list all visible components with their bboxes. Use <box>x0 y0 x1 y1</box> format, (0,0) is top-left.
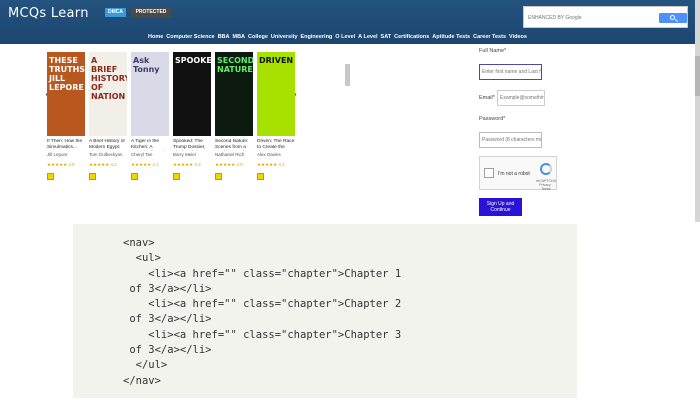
buy-icon[interactable] <box>47 173 54 180</box>
search-box <box>523 6 688 28</box>
search-button[interactable] <box>659 13 687 23</box>
nav-item-sat[interactable]: SAT <box>381 34 392 40</box>
cover-title: Ask Tonny <box>133 56 160 74</box>
nav-item-university[interactable]: University <box>271 34 298 40</box>
nav-item-engineering[interactable]: Engineering <box>301 34 333 40</box>
book-title[interactable]: A Tiger in the Kitchen: A Memoir of Food… <box>131 139 169 151</box>
password-field[interactable] <box>479 132 542 148</box>
book-title[interactable]: Spooked: The Trump Dossier, Black Cube, … <box>173 139 211 151</box>
nav-item-aptitude-tests[interactable]: Aptitude Tests <box>432 34 470 40</box>
nav-item-college[interactable]: College <box>248 34 268 40</box>
book-author: Nathaniel Rich <box>215 152 245 157</box>
buy-icon[interactable] <box>257 173 264 180</box>
book-cover[interactable]: THESE TRUTHS JILL LEPORE <box>47 52 85 136</box>
protected-badge[interactable]: PROTECTED <box>131 8 171 17</box>
book-cover[interactable]: A BRIEF HISTORY OF NATION <box>89 52 127 136</box>
buy-icon[interactable] <box>173 173 180 180</box>
recaptcha-icon <box>540 163 552 175</box>
book-card[interactable]: SECOND NATURE Second Nature: Scenes from… <box>215 52 253 180</box>
buy-icon[interactable] <box>131 173 138 180</box>
book-author: Alex Davies <box>257 152 281 157</box>
fullname-label: Full Name* <box>479 48 507 54</box>
star-rating: ★★★★★ 4.2 <box>89 162 117 167</box>
email-field[interactable] <box>497 90 545 106</box>
book-author: Barry Meier <box>173 152 197 157</box>
buy-icon[interactable] <box>89 173 96 180</box>
cover-title: A BRIEF HISTORY OF NATION <box>91 56 127 101</box>
book-title[interactable]: Second Nature: Scenes from a World Remad… <box>215 139 253 151</box>
password-label: Password* <box>479 116 506 122</box>
book-cover[interactable]: SPOOKED <box>173 52 211 136</box>
star-rating: ★★★★★ 4.5 <box>47 162 75 167</box>
star-rating: ★★★★★ 4.0 <box>215 162 243 167</box>
site-header: MCQs Learn DMCA PROTECTED Home Computer … <box>0 0 700 44</box>
nav-item-career-tests[interactable]: Career Tests <box>473 34 506 40</box>
book-cover[interactable]: DRIVEN <box>257 52 295 136</box>
dmca-badge[interactable]: DMCA <box>105 8 126 17</box>
book-author: Jill Lepore <box>47 152 68 157</box>
recaptcha-widget: I'm not a robot reCAPTCHA Privacy - Term… <box>479 156 557 191</box>
signup-button[interactable]: Sign Up and Continue <box>479 198 522 216</box>
book-title[interactable]: A Brief History of Modern Egypt: The... <box>89 139 127 151</box>
page-scrollbar[interactable] <box>695 0 700 222</box>
star-rating: ★★★★★ 4.3 <box>173 162 201 167</box>
nav-item-o-level[interactable]: O Level <box>335 34 355 40</box>
nav-item-home[interactable]: Home <box>148 34 163 40</box>
code-snippet: <nav> <ul> <li><a href="" class="chapter… <box>123 237 402 387</box>
cover-title: THESE TRUTHS JILL LEPORE <box>49 56 85 92</box>
book-card[interactable]: Ask Tonny A Tiger in the Kitchen: A Memo… <box>131 52 169 180</box>
nav-item-videos[interactable]: Videos <box>509 34 527 40</box>
captcha-checkbox[interactable] <box>484 168 494 178</box>
book-cover[interactable]: Ask Tonny <box>131 52 169 136</box>
book-card[interactable]: DRIVEN Driven: The Race to Create the Au… <box>257 52 295 180</box>
search-icon <box>670 15 675 20</box>
nav-item-certifications[interactable]: Certifications <box>394 34 429 40</box>
fullname-field[interactable] <box>479 64 542 80</box>
code-example: <nav> <ul> <li><a href="" class="chapter… <box>73 224 577 398</box>
cover-title: DRIVEN <box>259 56 294 65</box>
book-title[interactable]: If Then: How the Simulmatics... <box>47 139 85 151</box>
cover-title: SECOND NATURE <box>217 56 253 74</box>
nav-item-a-level[interactable]: A Level <box>358 34 377 40</box>
book-cover[interactable]: SECOND NATURE <box>215 52 253 136</box>
book-author: Cheryl Tan <box>131 152 153 157</box>
captcha-brand[interactable]: reCAPTCHA Privacy - Terms <box>536 179 556 191</box>
site-logo[interactable]: MCQs Learn <box>8 6 89 21</box>
main-nav: Home Computer Science BBA MBA College Un… <box>148 34 527 40</box>
book-card[interactable]: SPOOKED Spooked: The Trump Dossier, Blac… <box>173 52 211 180</box>
captcha-label: I'm not a robot <box>498 171 530 177</box>
nav-item-mba[interactable]: MBA <box>233 34 246 40</box>
nav-item-bba[interactable]: BBA <box>218 34 230 40</box>
buy-icon[interactable] <box>215 173 222 180</box>
cover-title: SPOOKED <box>175 56 211 65</box>
book-card[interactable]: A BRIEF HISTORY OF NATION A Brief Histor… <box>89 52 127 180</box>
signup-form: Full Name* Email* Password* I'm not a ro… <box>350 44 695 222</box>
search-input[interactable] <box>528 12 648 24</box>
star-rating: ★★★★★ 4.1 <box>131 162 159 167</box>
book-author: Tom Gulbeckyan <box>89 152 123 157</box>
email-label: Email* <box>479 95 495 101</box>
book-card[interactable]: THESE TRUTHS JILL LEPORE If Then: How th… <box>47 52 85 180</box>
nav-item-computer-science[interactable]: Computer Science <box>166 34 214 40</box>
star-rating: ★★★★★ 4.4 <box>257 162 285 167</box>
book-title[interactable]: Driven: The Race to Create the Autonomou… <box>257 139 295 151</box>
